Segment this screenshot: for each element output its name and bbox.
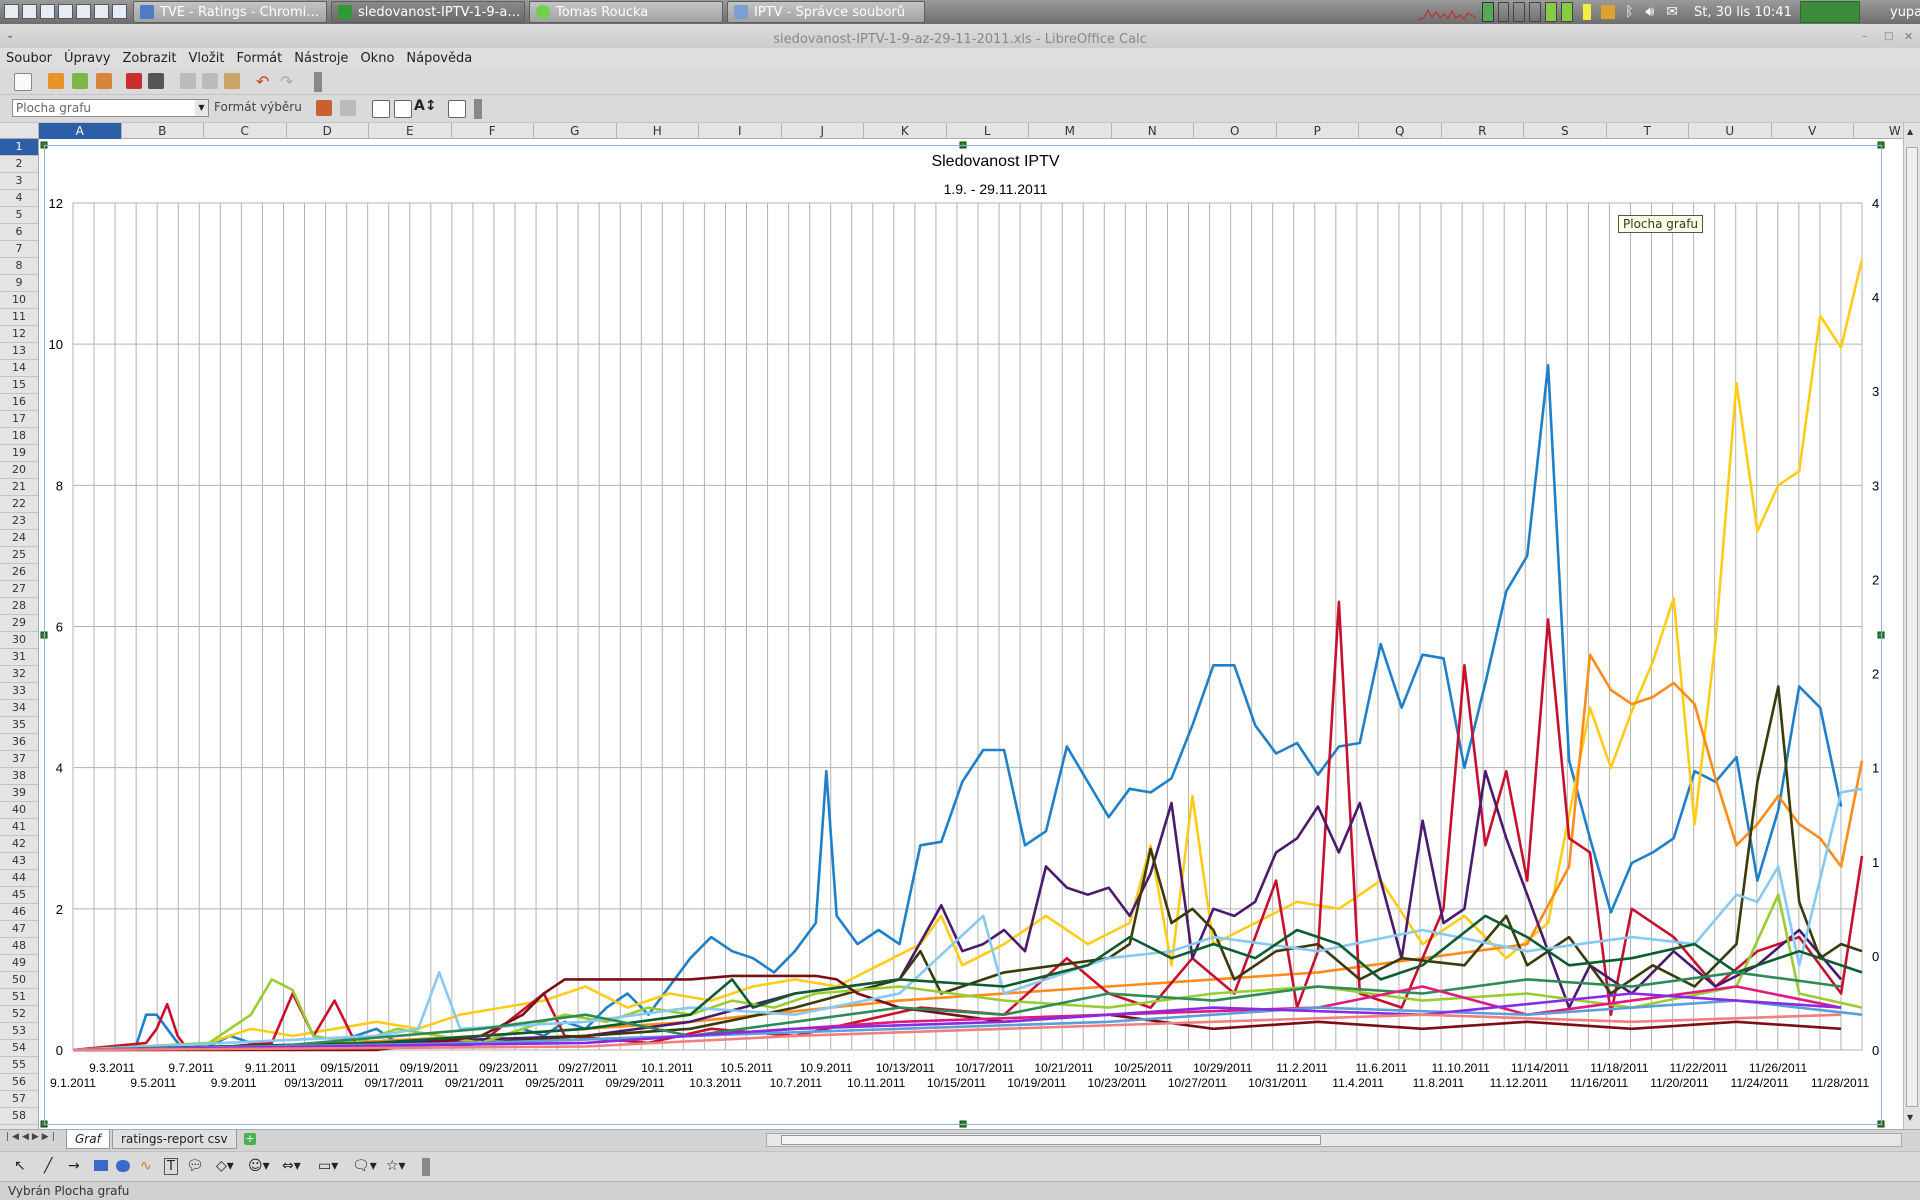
scrollbar-thumb[interactable] (1906, 147, 1918, 1107)
arrow-line-icon[interactable]: → (68, 1158, 80, 1174)
flowchart-icon[interactable]: ▭▾ (318, 1158, 338, 1174)
drawing-toolbar: ↖ ╱ → ∿ T 💬︎ ◇▾ ☺▾ ⇔▾ ▭▾ 🗨︎▾ ☆▾ (0, 1151, 1920, 1181)
text-box-icon[interactable]: T (164, 1158, 178, 1175)
basic-shapes-icon[interactable]: ◇▾ (216, 1158, 234, 1174)
scroll-down-icon[interactable]: ▼ (1907, 1113, 1913, 1122)
stars-icon[interactable]: ☆▾ (386, 1158, 406, 1174)
block-arrows-icon[interactable]: ⇔▾ (282, 1158, 301, 1174)
sheet-tab-ratings-report[interactable]: ratings-report csv (112, 1130, 237, 1149)
freeform-icon[interactable]: ∿ (140, 1158, 152, 1174)
sheet-tab-bar: |◀◀▶▶| Graf ratings-report csv + (0, 1129, 1920, 1151)
ellipse-icon[interactable] (116, 1160, 130, 1172)
tab-navigation-icons[interactable]: |◀◀▶▶| (6, 1132, 58, 1142)
scroll-up-icon[interactable]: ▲ (1907, 127, 1913, 136)
vertical-scrollbar[interactable]: ▲ ▼ (1903, 123, 1920, 1129)
rectangle-icon[interactable] (94, 1160, 108, 1171)
select-arrow-icon[interactable]: ↖ (14, 1158, 26, 1174)
add-sheet-icon[interactable]: + (244, 1133, 256, 1145)
callout-icon[interactable]: 💬︎ (186, 1158, 204, 1174)
horizontal-scrollbar[interactable] (766, 1133, 1902, 1147)
toolbar-overflow-icon[interactable] (422, 1158, 430, 1176)
status-bar: Vybrán Plocha grafu (0, 1181, 1920, 1200)
sheet-tab-graf[interactable]: Graf (66, 1130, 110, 1149)
chart-selection-frame[interactable] (44, 145, 1882, 1125)
line-tool-icon[interactable]: ╱ (44, 1158, 52, 1174)
symbol-shapes-icon[interactable]: ☺▾ (248, 1158, 270, 1174)
callouts-icon[interactable]: 🗨︎▾ (352, 1158, 377, 1174)
chart-tooltip: Plocha grafu (1618, 215, 1704, 233)
scrollbar-thumb[interactable] (781, 1135, 1321, 1145)
